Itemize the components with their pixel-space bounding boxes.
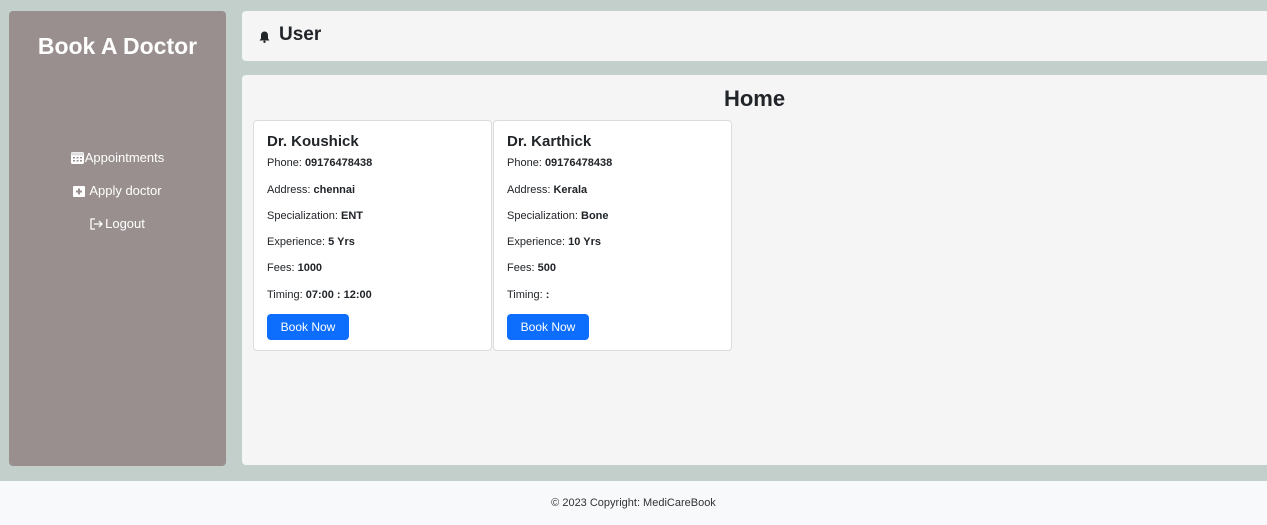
book-now-button[interactable]: Book Now (267, 314, 349, 340)
header-user-label: User (279, 24, 322, 45)
page-title: Home (723, 86, 786, 111)
doctor-card: Dr. Koushick Phone: 09176478438 Address:… (253, 120, 492, 351)
sidebar-item-label: Appointments (84, 150, 165, 165)
sidebar-item-appointments[interactable]: Appointments (9, 150, 226, 167)
doctor-fees: Fees: 500 (507, 262, 556, 274)
book-now-button[interactable]: Book Now (507, 314, 589, 340)
calendar-icon (70, 151, 84, 167)
sidebar-item-logout[interactable]: Logout (9, 216, 226, 233)
doctor-phone: Phone: 09176478438 (507, 157, 613, 169)
doctor-card: Dr. Karthick Phone: 09176478438 Address:… (493, 120, 732, 351)
doctor-address: Address: chennai (267, 184, 356, 196)
brand-title: Book A Doctor (37, 33, 198, 59)
sidebar-item-label: Logout (105, 216, 145, 231)
doctor-phone: Phone: 09176478438 (267, 157, 373, 169)
sidebar-item-label: Apply doctor (89, 183, 162, 198)
doctor-fees: Fees: 1000 (267, 262, 323, 274)
app-shell: Book A Doctor Appointments Apply doctor … (0, 0, 1267, 481)
bell-icon[interactable] (259, 30, 270, 48)
doctor-experience: Experience: 10 Yrs (507, 236, 601, 248)
medical-plus-icon (73, 185, 86, 200)
doctor-specialization: Specialization: Bone (507, 210, 609, 222)
doctor-name: Dr. Koushick (267, 133, 359, 150)
doctor-experience: Experience: 5 Yrs (267, 236, 355, 248)
main-content: Home Dr. Koushick Phone: 09176478438 Add… (242, 75, 1267, 465)
doctor-specialization: Specialization: ENT (267, 210, 363, 222)
doctor-address: Address: Kerala (507, 184, 588, 196)
logout-icon (90, 218, 104, 233)
footer-copyright: © 2023 Copyright: MediCareBook (0, 481, 1267, 515)
doctor-name: Dr. Karthick (507, 133, 592, 150)
sidebar-item-apply-doctor[interactable]: Apply doctor (9, 183, 226, 200)
doctor-timing: Timing: : (507, 289, 550, 301)
sidebar: Book A Doctor Appointments Apply doctor … (9, 11, 226, 466)
top-header: User (242, 11, 1267, 61)
doctor-timing: Timing: 07:00 : 12:00 (267, 289, 372, 301)
